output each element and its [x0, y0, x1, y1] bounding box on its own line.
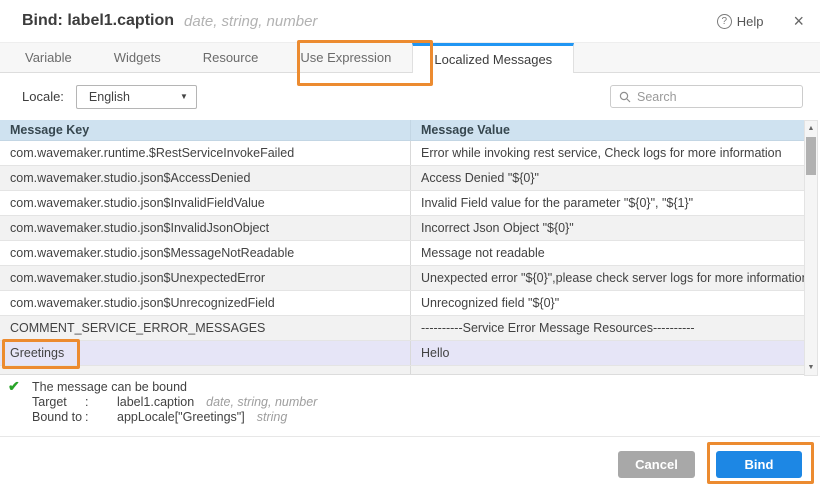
- message-value-cell: Message not readable: [410, 241, 804, 265]
- message-value-cell: Error while invoking rest service, Check…: [410, 141, 804, 165]
- bound-to-label: Bound to: [32, 410, 85, 425]
- scrollbar-thumb[interactable]: [806, 137, 816, 175]
- message-key-cell: Greetings: [0, 341, 410, 365]
- chevron-down-icon: ▼: [180, 92, 188, 101]
- message-key-cell: COMMENT_SERVICE_ERROR_MESSAGES: [0, 316, 410, 340]
- bound-to-value: appLocale["Greetings"]: [117, 410, 245, 425]
- tab-resource[interactable]: Resource: [182, 43, 280, 72]
- message-value-cell: Invalid Field value for the parameter "$…: [410, 191, 804, 215]
- status-message-row: The message can be bound: [32, 380, 820, 395]
- table-row[interactable]: com.wavemaker.studio.json$MessageNotRead…: [0, 241, 804, 266]
- table-row[interactable]: COMMENT_SERVICE_ERROR_MESSAGES ---------…: [0, 316, 804, 341]
- tab-bar: Variable Widgets Resource Use Expression…: [0, 42, 820, 73]
- locale-selected-value: English: [89, 90, 130, 104]
- locale-select[interactable]: English ▼: [76, 85, 197, 109]
- message-key-cell: com.wavemaker.studio.json$InvalidFieldVa…: [0, 191, 410, 215]
- table-row-partial[interactable]: [0, 366, 804, 375]
- target-label: Target: [32, 395, 85, 410]
- column-header-message-key: Message Key: [0, 120, 410, 140]
- column-header-message-value: Message Value: [410, 120, 804, 140]
- table-row[interactable]: com.wavemaker.studio.json$UnrecognizedFi…: [0, 291, 804, 316]
- message-value-cell: Hello: [410, 341, 804, 365]
- table-row[interactable]: com.wavemaker.studio.json$InvalidFieldVa…: [0, 191, 804, 216]
- message-value-cell: Unexpected error "${0}",please check ser…: [410, 266, 804, 290]
- message-value-cell: Access Denied "${0}": [410, 166, 804, 190]
- message-key-cell: com.wavemaker.studio.json$InvalidJsonObj…: [0, 216, 410, 240]
- table-row[interactable]: com.wavemaker.studio.json$AccessDenied A…: [0, 166, 804, 191]
- message-key-cell: com.wavemaker.studio.json$UnexpectedErro…: [0, 266, 410, 290]
- status-message: The message can be bound: [32, 380, 187, 395]
- bind-status: ✔ The message can be bound Target : labe…: [0, 375, 820, 425]
- help-icon: ?: [717, 14, 732, 29]
- message-value-cell: ----------Service Error Message Resource…: [410, 316, 804, 340]
- bound-to-type: string: [257, 410, 288, 425]
- button-bar: Cancel Bind: [0, 450, 820, 478]
- search-input[interactable]: [637, 90, 798, 104]
- table-header-row: Message Key Message Value: [0, 120, 804, 141]
- footer-divider: [0, 436, 820, 437]
- table-row[interactable]: com.wavemaker.runtime.$RestServiceInvoke…: [0, 141, 804, 166]
- tab-widgets[interactable]: Widgets: [93, 43, 182, 72]
- cancel-button[interactable]: Cancel: [618, 451, 695, 478]
- dialog-title: Bind: label1.caption: [22, 12, 174, 30]
- status-bound-row: Bound to : appLocale["Greetings"] string: [32, 410, 820, 425]
- table-row[interactable]: com.wavemaker.studio.json$UnexpectedErro…: [0, 266, 804, 291]
- dialog-header: Bind: label1.caption date, string, numbe…: [0, 0, 820, 42]
- table-scrollbar[interactable]: ▲ ▼: [804, 120, 818, 376]
- help-button[interactable]: ? Help: [717, 14, 764, 29]
- message-key-cell: com.wavemaker.studio.json$MessageNotRead…: [0, 241, 410, 265]
- search-icon: [619, 91, 631, 103]
- tab-localized-messages[interactable]: Localized Messages: [412, 43, 574, 73]
- target-value: label1.caption: [117, 395, 194, 410]
- table-row[interactable]: com.wavemaker.studio.json$InvalidJsonObj…: [0, 216, 804, 241]
- table-row-selected[interactable]: Greetings Hello: [0, 341, 804, 366]
- close-icon[interactable]: ×: [793, 12, 804, 30]
- messages-table-content: Message Key Message Value com.wavemaker.…: [0, 120, 804, 375]
- header-actions: ? Help ×: [717, 12, 804, 30]
- tab-use-expression[interactable]: Use Expression: [279, 43, 412, 72]
- scroll-up-icon[interactable]: ▲: [805, 122, 817, 135]
- scroll-down-icon[interactable]: ▼: [805, 361, 817, 374]
- message-key-cell: com.wavemaker.studio.json$AccessDenied: [0, 166, 410, 190]
- help-label: Help: [737, 14, 764, 29]
- search-box: [610, 85, 803, 108]
- messages-table: Message Key Message Value com.wavemaker.…: [0, 120, 820, 375]
- toolbar: Locale: English ▼: [0, 73, 820, 120]
- bind-dialog: Bind: label1.caption date, string, numbe…: [0, 0, 820, 486]
- dialog-subtitle: date, string, number: [184, 13, 317, 30]
- message-key-cell: com.wavemaker.studio.json$UnrecognizedFi…: [0, 291, 410, 315]
- locale-label: Locale:: [22, 89, 64, 104]
- check-icon: ✔: [8, 379, 20, 394]
- target-types: date, string, number: [206, 395, 317, 410]
- bind-button[interactable]: Bind: [716, 451, 802, 478]
- message-value-cell: Unrecognized field "${0}": [410, 291, 804, 315]
- message-key-cell: com.wavemaker.runtime.$RestServiceInvoke…: [0, 141, 410, 165]
- tab-variable[interactable]: Variable: [4, 43, 93, 72]
- status-target-row: Target : label1.caption date, string, nu…: [32, 395, 820, 410]
- message-value-cell: Incorrect Json Object "${0}": [410, 216, 804, 240]
